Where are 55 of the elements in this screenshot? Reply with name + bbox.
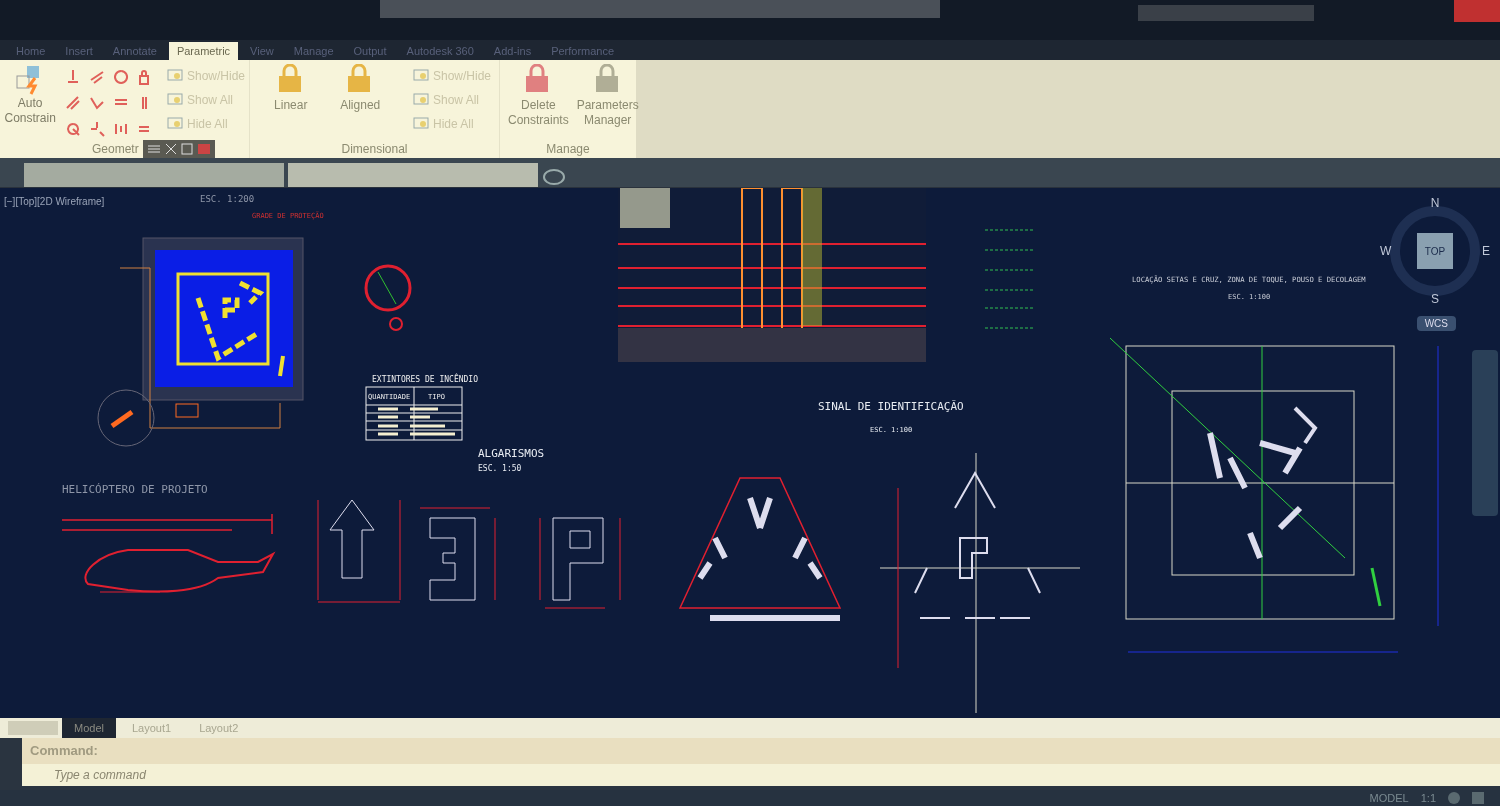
- layout-tab[interactable]: Layout2: [187, 718, 251, 738]
- command-input[interactable]: Type a command: [22, 764, 1500, 786]
- ribbon-large-button[interactable]: Delete Constraints: [504, 64, 573, 140]
- annotation-scale-button[interactable]: 1:1: [1420, 789, 1436, 806]
- constraint-bar-icon: [412, 117, 429, 131]
- viewport-controls[interactable]: [−][Top][2D Wireframe]: [4, 194, 105, 209]
- panel-title: Geometr: [92, 141, 139, 158]
- drawing-label: ALGARISMOS: [478, 447, 545, 460]
- constraint-icon[interactable]: [88, 68, 106, 86]
- drawing-label: HELICÓPTERO DE PROJETO: [62, 483, 208, 496]
- ribbon-tab[interactable]: Parametric: [168, 42, 239, 60]
- new-tab-icon[interactable]: [542, 167, 566, 187]
- constraint-bar-icon: [166, 93, 183, 107]
- drawing-canvas[interactable]: [0, 188, 1500, 718]
- ribbon-tab[interactable]: Output: [345, 42, 395, 60]
- ribbon-tab[interactable]: Add-ins: [485, 42, 540, 60]
- compass-label: W: [1380, 244, 1392, 258]
- layout-tab[interactable]: Layout1: [119, 718, 184, 738]
- compass-label: E: [1482, 244, 1490, 258]
- layout-tab[interactable]: Model: [62, 718, 116, 738]
- ribbon-large-button[interactable]: Linear: [258, 64, 324, 140]
- ribbon-large-button[interactable]: Aligned: [327, 64, 393, 140]
- constraint-bar-icon: [166, 69, 183, 83]
- constraint-icon[interactable]: [88, 120, 106, 138]
- ribbon-tab[interactable]: View: [242, 42, 282, 60]
- constraint-bar-icon: [412, 69, 429, 83]
- viewcube-face[interactable]: TOP: [1417, 233, 1453, 269]
- model-space-button[interactable]: MODEL: [1369, 789, 1409, 806]
- constraint-icon[interactable]: [64, 94, 83, 112]
- ribbon-tab[interactable]: Insert: [57, 42, 101, 60]
- close-icon[interactable]: [164, 143, 177, 155]
- constraint-bar-icon: [412, 93, 429, 107]
- lines-icon[interactable]: [146, 143, 161, 155]
- panel-title: Dimensional: [341, 141, 408, 158]
- ribbon-tab[interactable]: Annotate: [104, 42, 165, 60]
- ribbon-tab[interactable]: Home: [8, 42, 54, 60]
- constraint-bar-icon: [166, 117, 183, 131]
- ribbon-large-button[interactable]: Parameters Manager: [572, 64, 643, 140]
- drawing-label: EXTINTORES DE INCÊNDIO: [372, 375, 478, 384]
- constraint-icon[interactable]: [111, 68, 130, 86]
- circle-detail-drawing: [364, 264, 412, 331]
- compass-label: N: [1430, 196, 1440, 210]
- ribbon-tab[interactable]: Autodesk 360: [398, 42, 482, 60]
- compass-label: S: [1431, 292, 1439, 306]
- drawing-label: ESC. 1:50: [478, 464, 522, 473]
- auto-constrain-button[interactable]: Auto Constrain: [4, 64, 57, 140]
- command-history: Command:: [22, 738, 1500, 764]
- ribbon-tab[interactable]: Performance: [543, 42, 623, 60]
- settings-icon[interactable]: [1448, 792, 1460, 804]
- ribbon-tab[interactable]: Manage: [285, 42, 342, 60]
- ucs-menu[interactable]: WCS: [1416, 316, 1456, 331]
- drawing-label: SINAL DE IDENTIFICAÇÃO: [818, 400, 964, 413]
- drawing-label: ESC. 1:200: [200, 194, 255, 204]
- panel-title: Manage: [546, 141, 590, 158]
- viewcube[interactable]: N W TOP E S: [1380, 196, 1490, 306]
